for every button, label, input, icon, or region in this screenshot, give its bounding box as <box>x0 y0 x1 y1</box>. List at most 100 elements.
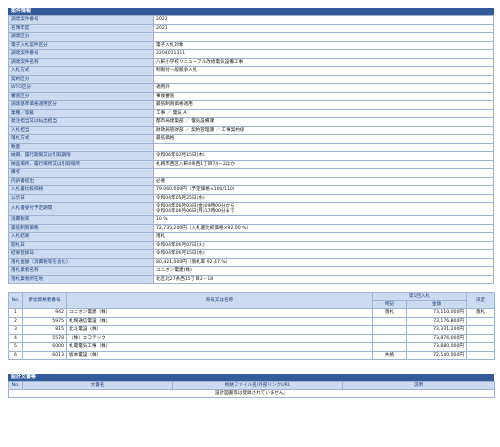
bid-remark <box>372 342 407 352</box>
info-row: 入札書受付予定期間 令和04年06月03日(金)09時00分から 令和04年06月… <box>8 202 494 216</box>
info-value: 79,060,000円（予定価格×100/110） <box>153 185 494 195</box>
info-value: 2021 <box>153 23 494 33</box>
info-value: 必要 <box>153 176 494 186</box>
info-value: 令和06年02月15日(木) <box>153 151 494 161</box>
bid-amount: 73,331,200円 <box>406 325 467 335</box>
info-row: 公示日 令和04年05月25日(水) <box>8 193 494 203</box>
info-row: 落札業者所在地 北区北27条西15丁目2－18 <box>8 274 494 284</box>
bid-no: 5 <box>8 342 23 352</box>
design-docs-table: No. 文書名 格納ファイル名/外部リンクURL 説明 設計図書等は登録されてい… <box>8 381 495 398</box>
info-value <box>153 74 494 84</box>
info-label: 名簿年度 <box>8 23 154 33</box>
info-label: 納期、履行期限又は引取期限 <box>8 151 154 161</box>
bid-row: 1 942 ユニオン電建（株） 落札 73,110,000円 落札 <box>8 308 495 318</box>
bid-registration-number: 6013 <box>22 350 67 360</box>
info-label: 消費税率 <box>8 215 154 225</box>
info-value: 電子入札対象 <box>153 40 494 50</box>
info-row: 調達区分 <box>8 32 494 42</box>
info-row: 開札日 令和04年06月07日(火) <box>8 240 494 250</box>
info-row: WTO区分 適用外 <box>8 83 494 93</box>
bid-row: 5 6000 札電電気工事（株） 73,880,000円 <box>8 342 495 352</box>
info-value: 適用外 <box>153 83 494 93</box>
info-label: 内訳書提出 <box>8 176 154 186</box>
bid-decision <box>466 333 495 343</box>
info-row: 落札業者名称 ユニオン電建(株) <box>8 266 494 276</box>
info-label: 入札方式 <box>8 66 154 76</box>
info-value: 北区北27条西15丁目2－18 <box>153 274 494 284</box>
info-value: 都市局建築部 ／ 電気設備課 <box>153 117 494 127</box>
info-label: 落札業者所在地 <box>8 274 154 284</box>
doc-col-file: 格納ファイル名/外部リンクURL <box>172 381 343 390</box>
doc-col-description: 説明 <box>342 381 495 390</box>
info-value: 令和04年06月15日(水) <box>153 249 494 259</box>
info-value: 10 % <box>153 215 494 225</box>
bid-row: 2 5975 札幌通信電設（株） 73,176,800円 <box>8 316 495 326</box>
info-label: 調達基準価格適用区分 <box>8 100 154 110</box>
info-row: 調達案件名称 八軒小学校リニューアル改修電気設備工事 <box>8 57 494 67</box>
doc-col-no: No. <box>8 381 23 390</box>
info-value: 72,735,200円（入札書比較価格×92.00 %） <box>153 223 494 233</box>
info-label: 結果登録日 <box>8 249 154 259</box>
info-row: 入札書比較価格 79,060,000円（予定価格×100/110） <box>8 185 494 195</box>
info-value: 令和04年05月25日(水) <box>153 193 494 203</box>
info-label: 落札方式 <box>8 134 154 144</box>
info-row: 納品場所、履行場所又は引取場所 札幌市西区八軒4条西1丁目74－2ほか <box>8 159 494 169</box>
doc-empty-message: 設計図書等は登録されていません。 <box>8 389 495 398</box>
info-row: 入札方式 制限付一般競争入札 <box>8 66 494 76</box>
bid-remark: 落札 <box>372 308 407 318</box>
info-row: 審査区分 事後審査 <box>8 91 494 101</box>
info-row: 調達案件番号 2022 <box>8 15 494 25</box>
info-value: 最低価格 <box>153 134 494 144</box>
info-row: 名簿年度 2021 <box>8 23 494 33</box>
bid-amount: 73,176,800円 <box>406 316 467 326</box>
bid-row: 6 6013 坂本電設（株） 失格 72,540,000円 <box>8 350 495 360</box>
info-label: 入札書比較価格 <box>8 185 154 195</box>
bid-company-name: 北斗電設（株） <box>66 325 373 335</box>
info-label: 数量 <box>8 142 154 152</box>
info-row: 最低制限価格 72,735,200円（入札書比較価格×92.00 %） <box>8 223 494 233</box>
bid-no: 1 <box>8 308 23 318</box>
info-row: 備考 <box>8 168 494 178</box>
info-value <box>153 32 494 42</box>
section-title-case-info: 案件情報 <box>8 8 494 15</box>
col-round-1: 第1回入札 <box>372 292 467 301</box>
info-value: 80,421,000円（落札率 92.47 %） <box>153 257 494 267</box>
info-label: 納品場所、履行場所又は引取場所 <box>8 159 154 169</box>
info-label: 調達案件番号 <box>8 49 154 59</box>
info-label: 業種／等級 <box>8 108 154 118</box>
bid-decision <box>466 342 495 352</box>
info-row: 発注担当又は払出担当 都市局建築部 ／ 電気設備課 <box>8 117 494 127</box>
bid-decision <box>466 350 495 360</box>
info-row: 入札担当 財政局管財部 ／ 契約管理課 ／ 工事契約係 <box>8 125 494 135</box>
info-row: 数量 <box>8 142 494 152</box>
info-value: 制限付一般競争入札 <box>153 66 494 76</box>
bid-amount: 72,540,000円 <box>406 350 467 360</box>
col-registration-number: 参加資格者番号 <box>22 292 67 309</box>
section-title-design-docs: 設計文書等 <box>8 374 494 381</box>
info-label: 落札業者名称 <box>8 266 154 276</box>
bid-decision <box>466 325 495 335</box>
bid-company-name: 札電電気工事（株） <box>66 342 373 352</box>
bid-company-name: 坂本電設（株） <box>66 350 373 360</box>
info-label: 入札書受付予定期間 <box>8 202 154 216</box>
page-container: 案件情報 調達案件番号 2022 名簿年度 2021 調達区分 電子入札案件区分 電子入札対… <box>8 8 495 398</box>
bid-amount: 73,876,000円 <box>406 333 467 343</box>
info-label: 開札日 <box>8 240 154 250</box>
info-label: 電子入札案件区分 <box>8 40 154 50</box>
info-label: 発注担当又は払出担当 <box>8 117 154 127</box>
info-label: WTO区分 <box>8 83 154 93</box>
info-row: 入札結果 落札 <box>8 232 494 242</box>
info-value: 工事 ／ 電気 A <box>153 108 494 118</box>
info-value: 財政局管財部 ／ 契約管理課 ／ 工事契約係 <box>153 125 494 135</box>
info-row: 落札金額（消費税等を含む） 80,421,000円（落札率 92.47 %） <box>8 257 494 267</box>
bid-amount: 73,110,000円 <box>406 308 467 318</box>
bid-decision <box>466 316 495 326</box>
info-label: 契約区分 <box>8 74 154 84</box>
col-decision: 決定 <box>466 292 495 309</box>
info-value: 令和04年06月07日(火) <box>153 240 494 250</box>
bid-registration-number: 6000 <box>22 342 67 352</box>
bid-decision: 落札 <box>466 308 495 318</box>
bid-remark <box>372 325 407 335</box>
bid-registration-number: 815 <box>22 325 67 335</box>
bid-no: 2 <box>8 316 23 326</box>
